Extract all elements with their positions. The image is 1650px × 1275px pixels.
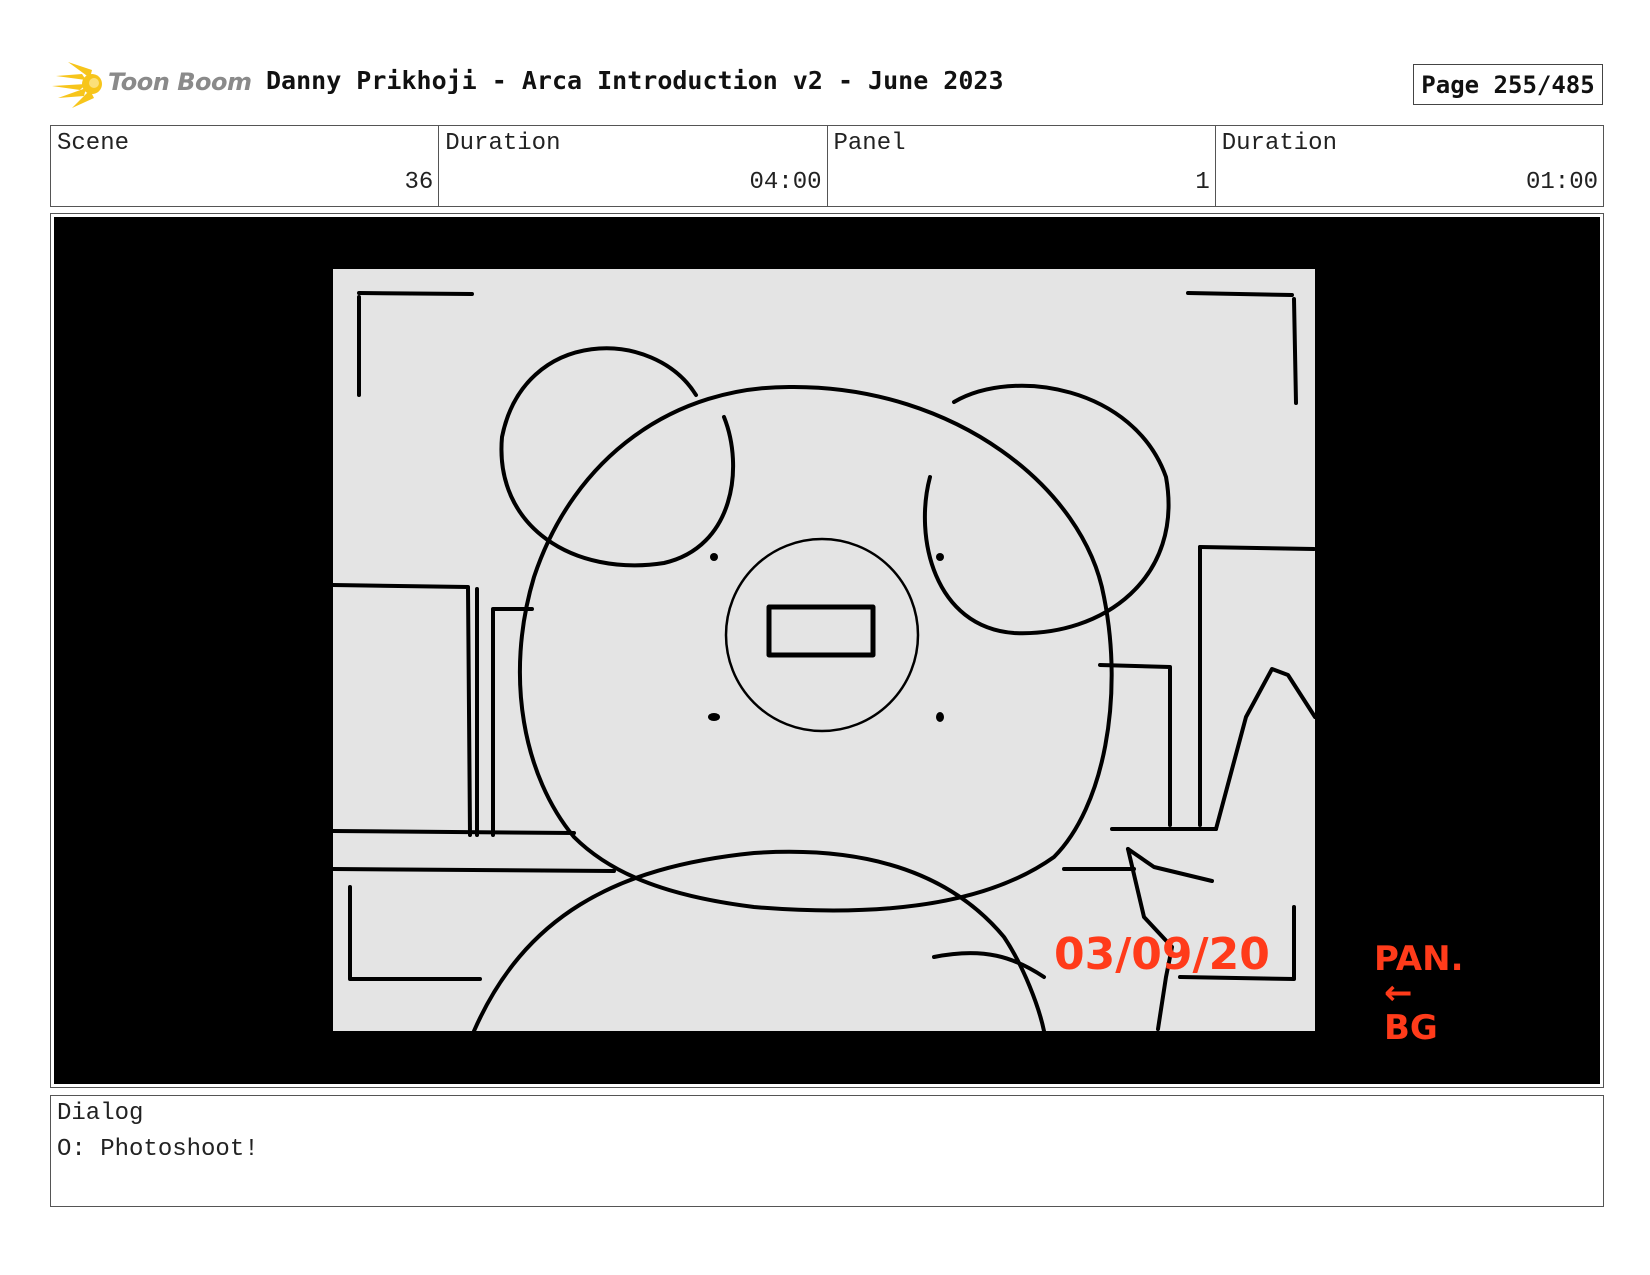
storyboard-sketch: 03/09/20 PAN. ← BG — [331, 269, 1463, 1048]
scene-info-table: Scene 36 Duration 04:00 Panel 1 Duration… — [50, 125, 1604, 207]
storyboard-panel: 03/09/20 PAN. ← BG — [54, 217, 1600, 1084]
dialog-text: O: Photoshoot! — [57, 1136, 259, 1163]
scene-label: Scene — [57, 130, 130, 157]
dialog-label: Dialog — [57, 1100, 144, 1127]
page-number: Page 255/485 — [1413, 64, 1603, 105]
panel-duration-value: 01:00 — [1525, 169, 1598, 196]
bg-note: BG — [1384, 1008, 1438, 1048]
panel-label: Panel — [833, 130, 906, 157]
scene-duration-label: Duration — [445, 130, 561, 157]
scene-value: 36 — [404, 169, 434, 196]
date-annotation: 03/09/20 — [1054, 929, 1270, 980]
scene-duration-value: 04:00 — [749, 169, 822, 196]
panel-duration-cell: Duration 01:00 — [1216, 126, 1603, 206]
logo-text: Toon Boom — [108, 68, 252, 96]
panel-value: 1 — [1195, 169, 1210, 196]
scene-cell: Scene 36 — [51, 126, 440, 206]
panel-cell: Panel 1 — [828, 126, 1216, 206]
dialog-box: Dialog O: Photoshoot! — [50, 1095, 1604, 1207]
pan-arrow: ← — [1384, 973, 1413, 1013]
page-title: Danny Prikhoji - Arca Introduction v2 - … — [266, 66, 1004, 95]
scene-duration-cell: Duration 04:00 — [439, 126, 828, 206]
storyboard-panel-frame: 03/09/20 PAN. ← BG — [50, 213, 1604, 1088]
panel-duration-label: Duration — [1221, 130, 1337, 157]
